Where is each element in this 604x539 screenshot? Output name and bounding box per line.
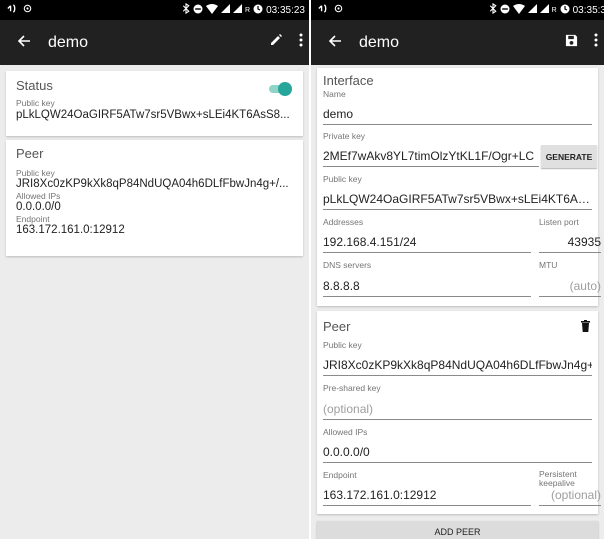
private-key-input[interactable]: 2MEf7wAkv8YL7timOlzYtKL1F/Ogr+LC — [323, 149, 539, 167]
app-bar-right: demo — [311, 20, 604, 65]
peer-allowed-ips-label: Allowed IPs — [323, 427, 368, 437]
signal-icon-2 — [539, 4, 549, 16]
clock-text: 03:35:23 — [266, 4, 305, 16]
roaming-indicator: R — [245, 6, 251, 14]
clock-text: 03:35:3 — [572, 4, 604, 16]
peer-edit-card: Peer Public key JRI8Xc0zKP9kXk8qP84NdUQA… — [317, 311, 601, 514]
pre-shared-key-label: Pre-shared key — [323, 383, 381, 393]
peer-edit-card-title: Peer — [323, 319, 351, 334]
status-bar: R 03:35:23 — [0, 0, 309, 20]
vpn-key-icon — [6, 3, 17, 17]
battery-saver-icon — [253, 4, 263, 17]
listen-port-label: Listen port — [539, 217, 579, 227]
mtu-label: MTU — [539, 260, 558, 270]
allowed-ips-label: Allowed IPs — [16, 191, 61, 201]
pre-shared-key-input[interactable]: (optional) — [323, 402, 592, 420]
pre-shared-key-field[interactable]: (optional) — [323, 402, 592, 420]
peer-public-key-label: Public key — [323, 340, 362, 350]
name-field[interactable]: demo — [323, 107, 592, 125]
interface-public-key-field[interactable]: pLkLQW24OaGIRF5ATw7sr5VBwx+sLEi4KT6AsS8.… — [323, 192, 592, 210]
persistent-keepalive-label: Persistent keepalive — [539, 469, 577, 488]
status-bar-right: R 03:35:3 — [311, 0, 604, 20]
sync-icon — [23, 4, 32, 16]
persistent-keepalive-field[interactable]: (optional) — [539, 488, 601, 506]
page-title: demo — [359, 33, 400, 51]
sync-icon — [334, 4, 343, 16]
vpn-key-icon — [317, 3, 328, 17]
battery-saver-icon — [560, 4, 570, 17]
name-input[interactable]: demo — [323, 107, 592, 125]
private-key-label: Private key — [323, 131, 366, 141]
status-card-title: Status — [16, 78, 53, 93]
page-title: demo — [48, 33, 89, 51]
peer-endpoint-input[interactable]: 163.172.161.0:12912 — [323, 488, 531, 506]
peer-allowed-ips-input[interactable]: 0.0.0.0/0 — [323, 445, 592, 463]
peer-public-key-value: JRI8Xc0zKP9kXk8qP84NdUQA04h6DLfFbwJn4g+/… — [16, 178, 289, 190]
endpoint-value: 163.172.161.0:12912 — [16, 224, 125, 236]
peer-public-key-field[interactable]: JRI8Xc0zKP9kXk8qP84NdUQA04h6DLfFbwJn4g+/… — [323, 358, 592, 376]
peer-endpoint-label: Endpoint — [323, 470, 357, 480]
peer-card: Peer Public key JRI8Xc0zKP9kXk8qP84NdUQA… — [6, 140, 303, 256]
mtu-field[interactable]: (auto) — [539, 279, 601, 297]
addresses-label: Addresses — [323, 217, 364, 227]
addresses-input[interactable]: 192.168.4.151/24 — [323, 235, 531, 253]
peer-endpoint-field[interactable]: 163.172.161.0:12912 — [323, 488, 531, 506]
interface-public-key-label: Public key — [323, 174, 362, 184]
back-arrow-icon[interactable] — [6, 32, 42, 53]
wifi-icon — [512, 3, 525, 17]
tunnel-toggle-switch[interactable] — [267, 82, 292, 96]
listen-port-input[interactable]: 43935 — [539, 235, 601, 253]
mtu-input[interactable]: (auto) — [539, 279, 601, 297]
interface-card-title: Interface — [323, 73, 374, 88]
edit-pencil-icon[interactable] — [269, 33, 283, 52]
delete-trash-icon[interactable] — [581, 319, 590, 337]
add-peer-button[interactable]: ADD PEER — [317, 521, 598, 539]
status-card: Status Public key pLkLQW24OaGIRF5ATw7sr5… — [6, 71, 303, 136]
do-not-disturb-icon — [500, 4, 510, 17]
bluetooth-icon — [489, 2, 497, 17]
bluetooth-icon — [182, 2, 190, 17]
addresses-field[interactable]: 192.168.4.151/24 — [323, 235, 531, 253]
public-key-value: pLkLQW24OaGIRF5ATw7sr5VBwx+sLEi4KT6AsS8.… — [16, 109, 290, 121]
dns-servers-input[interactable]: 8.8.8.8 — [323, 279, 531, 297]
signal-icon — [527, 4, 537, 16]
signal-icon-2 — [233, 4, 242, 16]
overflow-menu-icon[interactable] — [594, 33, 598, 52]
do-not-disturb-icon — [193, 4, 203, 17]
peer-card-title: Peer — [16, 146, 44, 161]
peer-allowed-ips-field[interactable]: 0.0.0.0/0 — [323, 445, 592, 463]
peer-public-key-input[interactable]: JRI8Xc0zKP9kXk8qP84NdUQA04h6DLfFbwJn4g+/… — [323, 358, 592, 376]
right-screen: R 03:35:3 demo Interface Name demo Priva… — [311, 0, 604, 539]
signal-icon — [221, 4, 230, 16]
allowed-ips-value: 0.0.0.0/0 — [16, 201, 61, 213]
left-screen: R 03:35:23 demo Status Public key pLkLQW… — [0, 0, 309, 539]
generate-button[interactable]: GENERATE — [541, 145, 597, 168]
persistent-keepalive-input[interactable]: (optional) — [539, 488, 601, 506]
interface-card: Interface Name demo Private key 2MEf7wAk… — [317, 68, 601, 306]
endpoint-label: Endpoint — [16, 214, 50, 224]
app-bar: demo — [0, 20, 309, 65]
public-key-label: Public key — [16, 98, 55, 108]
interface-public-key-input[interactable]: pLkLQW24OaGIRF5ATw7sr5VBwx+sLEi4KT6AsS8.… — [323, 192, 592, 210]
name-label: Name — [323, 89, 346, 99]
private-key-field[interactable]: 2MEf7wAkv8YL7timOlzYtKL1F/Ogr+LC — [323, 149, 539, 167]
roaming-indicator: R — [551, 6, 557, 14]
dns-servers-field[interactable]: 8.8.8.8 — [323, 279, 531, 297]
back-arrow-icon[interactable] — [317, 32, 353, 53]
listen-port-field[interactable]: 43935 — [539, 235, 601, 253]
peer-public-key-label: Public key — [16, 168, 55, 178]
wifi-icon — [206, 3, 218, 17]
overflow-menu-icon[interactable] — [299, 33, 303, 52]
save-floppy-icon[interactable] — [565, 34, 578, 52]
dns-servers-label: DNS servers — [323, 260, 372, 270]
